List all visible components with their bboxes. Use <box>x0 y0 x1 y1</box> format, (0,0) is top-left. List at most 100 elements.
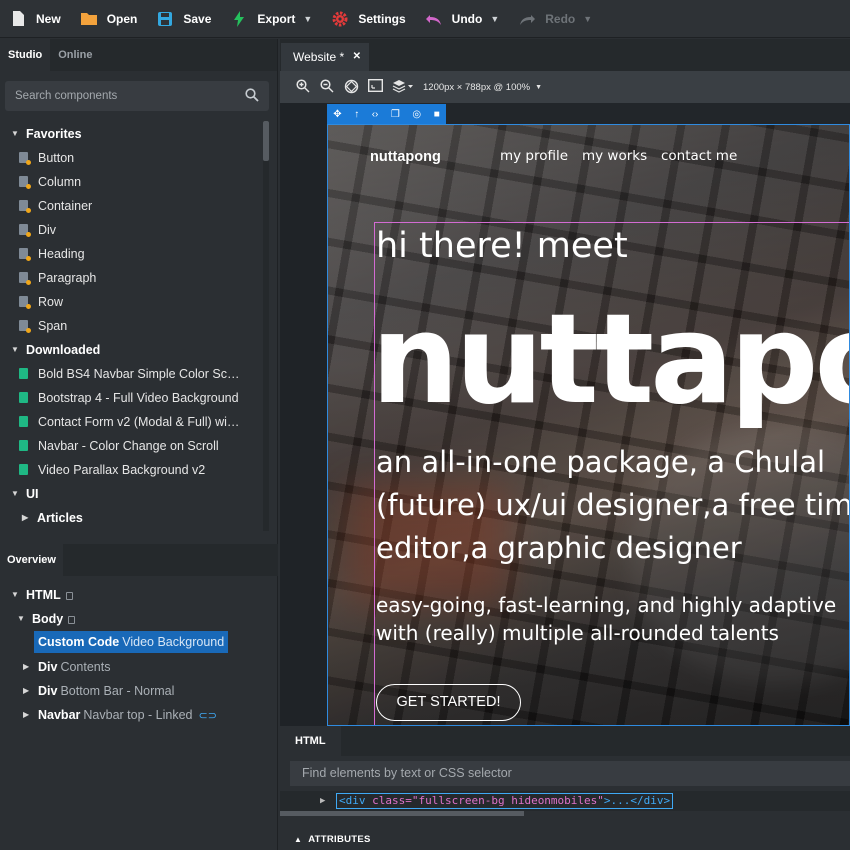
caret-right-icon: ▶ <box>23 662 30 671</box>
duplicate-icon[interactable]: ❐ <box>391 109 400 120</box>
preview-brand[interactable]: nuttapong <box>370 149 441 165</box>
component-column[interactable]: Column <box>0 170 262 194</box>
save-button[interactable]: Save <box>147 0 219 38</box>
tab-studio[interactable]: Studio <box>0 39 51 71</box>
rotate-icon[interactable] <box>343 79 359 95</box>
downloaded-file-icon <box>19 416 28 427</box>
lock-icon <box>65 592 73 600</box>
component-container[interactable]: Container <box>0 194 262 218</box>
code-icon[interactable]: ‹› <box>372 109 379 120</box>
gear-icon <box>330 9 350 29</box>
preview-link-profile[interactable]: my profile <box>500 148 568 164</box>
overview-header: Overview <box>0 544 278 576</box>
ui-group[interactable]: ▼ UI <box>0 482 262 506</box>
delete-icon[interactable]: ■ <box>434 109 440 120</box>
html-code-row[interactable]: ▶ <div class="fullscreen-bg hideonmobile… <box>280 791 850 811</box>
save-icon <box>155 9 175 29</box>
caret-down-icon: ▼ <box>11 590 19 599</box>
overview-selected-row[interactable]: Custom Code Video Background <box>0 631 278 655</box>
downloaded-item[interactable]: Contact Form v2 (Modal & Full) wi… <box>0 410 262 434</box>
tab-website[interactable]: Website * ✕ <box>281 43 369 71</box>
component-button[interactable]: Button <box>0 146 262 170</box>
page-preview[interactable]: nuttapong my profile my works contact me… <box>327 124 850 726</box>
tab-html[interactable]: HTML <box>280 726 341 756</box>
articles-group[interactable]: ▶ Articles <box>0 506 262 530</box>
close-icon[interactable]: ✕ <box>353 43 361 71</box>
subtitle-line: with (really) multiple all-rounded talen… <box>376 621 779 645</box>
favorites-group[interactable]: ▼ Favorites <box>0 122 262 146</box>
viewport-size-label[interactable]: 1200px × 788px @ 100% <box>423 82 530 93</box>
fit-screen-icon[interactable] <box>367 78 383 95</box>
hide-icon[interactable]: ◎ <box>412 109 421 120</box>
html-tag[interactable]: <div class="fullscreen-bg hideonmobiles"… <box>336 793 674 809</box>
redo-button[interactable]: Redo ▼ <box>509 0 600 38</box>
preview-link-contact[interactable]: contact me <box>661 148 737 164</box>
downloaded-item[interactable]: Bold BS4 Navbar Simple Color Sc… <box>0 362 262 386</box>
scrollbar-thumb[interactable] <box>263 121 269 161</box>
bolt-icon <box>229 9 249 29</box>
open-button[interactable]: Open <box>71 0 146 38</box>
preview-hero[interactable]: hi there! meet nuttapo an all-in-one pac… <box>371 222 850 725</box>
tab-overview[interactable]: Overview <box>0 544 63 576</box>
caret-up-icon: ▲ <box>294 835 303 844</box>
canvas-tabs: Website * ✕ <box>280 39 850 71</box>
export-button[interactable]: Export ▼ <box>221 0 320 38</box>
downloaded-item[interactable]: Video Parallax Background v2 <box>0 458 262 482</box>
overview-body-node[interactable]: ▼ Body <box>0 607 278 631</box>
tag-close: >...</div> <box>603 794 671 807</box>
caret-right-icon[interactable]: ▶ <box>320 791 325 811</box>
chevron-down-icon[interactable]: ▼ <box>535 84 542 91</box>
settings-button[interactable]: Settings <box>322 0 413 38</box>
overview-node[interactable]: ▶ Div Contents <box>0 655 278 679</box>
downloaded-file-icon <box>19 440 28 451</box>
left-panel: Studio Online Search components ▼ Favorit… <box>0 39 278 850</box>
component-paragraph[interactable]: Paragraph <box>0 266 262 290</box>
move-icon[interactable]: ✥ <box>333 109 341 120</box>
component-div[interactable]: Div <box>0 218 262 242</box>
arrow-up-icon[interactable]: ↑ <box>354 109 359 120</box>
chevron-down-icon: ▼ <box>490 13 500 24</box>
search-components-input[interactable]: Search components <box>5 81 269 111</box>
layers-icon[interactable] <box>391 79 415 95</box>
folder-icon <box>79 9 99 29</box>
attributes-header[interactable]: ▲ ATTRIBUTES <box>294 834 371 845</box>
zoom-in-icon[interactable] <box>295 79 311 95</box>
tag-attr: class= <box>365 794 412 807</box>
downloaded-file-icon <box>19 392 28 403</box>
horizontal-scrollbar[interactable] <box>280 811 524 816</box>
overview-node[interactable]: ▶ Navbar Navbar top - Linked ⊂⊃ <box>0 703 278 727</box>
component-file-icon <box>19 200 31 213</box>
overview-tree: ▼ HTML ▼ Body Custom Code Video Background … <box>0 583 278 727</box>
downloaded-group[interactable]: ▼ Downloaded <box>0 338 262 362</box>
component-heading[interactable]: Heading <box>0 242 262 266</box>
tree-scrollbar[interactable] <box>263 121 269 531</box>
new-button[interactable]: New <box>0 0 69 38</box>
downloaded-item[interactable]: Bootstrap 4 - Full Video Background <box>0 386 262 410</box>
chevron-down-icon: ▼ <box>583 13 593 24</box>
link-icon: ⊂⊃ <box>198 710 217 722</box>
tab-online[interactable]: Online <box>50 39 100 71</box>
get-started-button[interactable]: GET STARTED! <box>376 684 521 721</box>
caret-right-icon: ▶ <box>23 710 30 719</box>
component-file-icon <box>19 152 31 165</box>
search-icon[interactable] <box>245 88 259 102</box>
preview-navbar: nuttapong my profile my works contact me <box>370 148 737 165</box>
undo-icon <box>424 9 444 29</box>
component-row[interactable]: Row <box>0 290 262 314</box>
preview-tagline: an all-in-one package, a Chulal (future)… <box>376 441 849 570</box>
overview-node[interactable]: ▶ Div Bottom Bar - Normal <box>0 679 278 703</box>
zoom-out-icon[interactable] <box>319 79 335 95</box>
subtitle-line: easy-going, fast-learning, and highly ad… <box>376 593 837 617</box>
component-file-icon <box>19 176 31 189</box>
selected-node[interactable]: Custom Code Video Background <box>34 631 229 653</box>
new-file-icon <box>8 9 28 29</box>
find-elements-input[interactable]: Find elements by text or CSS selector <box>290 761 850 786</box>
preview-name: nuttapo <box>371 288 850 432</box>
panel-tabs: Studio Online <box>0 39 277 71</box>
overview-html-node[interactable]: ▼ HTML <box>0 583 278 607</box>
component-span[interactable]: Span <box>0 314 262 338</box>
caret-down-icon: ▼ <box>11 489 19 498</box>
preview-link-works[interactable]: my works <box>582 148 647 164</box>
downloaded-item[interactable]: Navbar - Color Change on Scroll <box>0 434 262 458</box>
undo-button[interactable]: Undo ▼ <box>416 0 508 38</box>
